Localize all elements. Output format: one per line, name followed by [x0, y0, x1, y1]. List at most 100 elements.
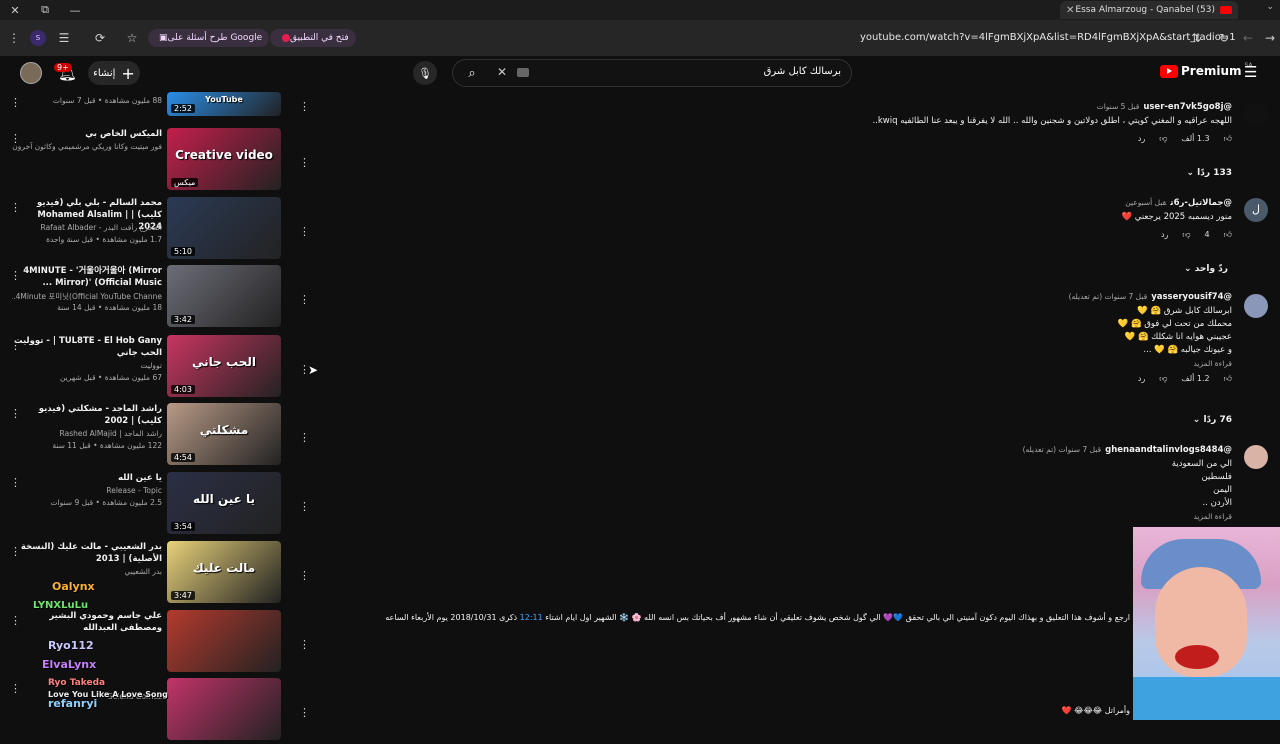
- reply-button[interactable]: رد: [1138, 374, 1145, 383]
- playlist-item[interactable]: 5:10 محمد السالم - بلي بلي (فيديو كليب) |…: [0, 197, 320, 263]
- playlist-item[interactable]: Creative video ميكس الميكس الخاص بي فور ميت…: [0, 128, 320, 194]
- video-thumbnail[interactable]: Creative video ميكس: [167, 128, 281, 190]
- forward-icon[interactable]: ←: [1240, 30, 1256, 46]
- reload-icon[interactable]: ↻: [1216, 30, 1232, 46]
- reply-button[interactable]: رد: [1138, 134, 1145, 143]
- comment-author[interactable]: @user-en7vk5go8j: [1143, 102, 1232, 112]
- video-title[interactable]: بدر الشعيبي - مالت عليك (النسخة الأصلية)…: [12, 541, 162, 565]
- channel-name[interactable]: تووليت: [12, 361, 163, 370]
- open-in-app-pill[interactable]: فتح في التطبيق: [270, 29, 356, 47]
- tune-icon[interactable]: ☰: [56, 30, 72, 46]
- back-icon[interactable]: →: [1262, 30, 1278, 46]
- clear-search-icon[interactable]: ✕: [497, 65, 507, 79]
- video-title[interactable]: راشد الماجد - مشكلتي (فيديو كليب) | 2002: [12, 403, 162, 427]
- comment-time[interactable]: قبل أسبوعين: [1125, 198, 1166, 207]
- comment-author[interactable]: @yasseryousif74: [1151, 292, 1232, 302]
- more-actions-icon[interactable]: ⋮: [10, 339, 21, 352]
- video-thumbnail[interactable]: 3:42: [167, 265, 281, 327]
- more-actions-icon[interactable]: ⋮: [10, 96, 21, 109]
- more-actions-icon[interactable]: ⋮: [10, 132, 21, 145]
- read-more-link[interactable]: قراءة المزيد: [372, 359, 1232, 368]
- drag-handle-icon[interactable]: ⋮: [299, 569, 310, 582]
- video-title[interactable]: 4MINUTE - '거울아거울아 (Mirror Mirror)' (Offi…: [12, 265, 162, 289]
- timestamp-link[interactable]: 12:11: [520, 613, 543, 622]
- drag-handle-icon[interactable]: ⋮: [299, 431, 310, 444]
- video-title[interactable]: علي جاسم وحمودي البشير ومصطفى العبدالله: [12, 610, 162, 634]
- read-more-link[interactable]: قراءة المزيد: [372, 512, 1232, 521]
- more-actions-icon[interactable]: ⋮: [10, 545, 21, 558]
- channel-name[interactable]: المخرج رأفت البدر - Rafaat Albader: [12, 223, 162, 232]
- close-window-icon[interactable]: ✕: [0, 0, 30, 20]
- profile-icon[interactable]: s: [30, 30, 46, 46]
- replies-toggle[interactable]: 76 ردًا ⌄: [1193, 415, 1232, 425]
- tab-close-icon[interactable]: ✕: [1066, 5, 1074, 16]
- extensions-icon[interactable]: ⟳: [92, 30, 108, 46]
- comment-time[interactable]: قبل 7 سنوات (تم تعديله): [1023, 445, 1102, 454]
- more-actions-icon[interactable]: ⋮: [10, 269, 21, 282]
- video-title[interactable]: الميكس الخاص بي: [12, 128, 162, 140]
- tab-list-icon[interactable]: ⌄: [1266, 2, 1274, 12]
- channel-name[interactable]: 4Minute 포미닛(Official YouTube Channe...: [12, 291, 162, 302]
- like-thumb-icon[interactable]: 👍︎: [1224, 374, 1232, 383]
- drag-handle-icon[interactable]: ⋮: [299, 156, 310, 169]
- bookmark-star-icon[interactable]: ☆: [124, 30, 140, 46]
- drag-handle-icon[interactable]: ⋮: [299, 500, 310, 513]
- dislike-thumb-icon[interactable]: 👎︎: [1182, 230, 1190, 239]
- comment-time[interactable]: قبل 7 سنوات (تم تعديله): [1069, 292, 1148, 301]
- drag-handle-icon[interactable]: ⋮: [299, 293, 310, 306]
- menu-dots-icon[interactable]: ⋮: [6, 30, 22, 46]
- comment-time[interactable]: قبل 5 سنوات: [1097, 102, 1140, 111]
- video-thumbnail[interactable]: YouTube 2:52: [167, 92, 281, 116]
- playlist-item[interactable]: الحب جاني 4:03 TUL8TE - El Hob Gany | - تو…: [0, 335, 320, 401]
- video-thumbnail[interactable]: [167, 610, 281, 672]
- more-actions-icon[interactable]: ⋮: [10, 407, 21, 420]
- comment-author[interactable]: @ghenaandtalinvlogs8484: [1105, 445, 1232, 455]
- more-actions-icon[interactable]: ⋮: [10, 201, 21, 214]
- commenter-avatar[interactable]: [1244, 445, 1268, 469]
- guide-menu-icon[interactable]: ☰: [1244, 63, 1257, 81]
- minimize-window-icon[interactable]: —: [60, 0, 90, 20]
- channel-name[interactable]: Release - Topic: [12, 486, 162, 495]
- video-title[interactable]: TUL8TE - El Hob Gany | - تووليت الحب جان…: [12, 335, 162, 359]
- video-thumbnail[interactable]: يا عين الله 3:54: [167, 472, 281, 534]
- commenter-avatar[interactable]: [1244, 102, 1268, 126]
- account-avatar[interactable]: [20, 62, 42, 84]
- create-button[interactable]: إنشاء +: [88, 61, 140, 85]
- commenter-avatar[interactable]: [1244, 294, 1268, 318]
- keyboard-icon[interactable]: [517, 68, 529, 77]
- like-thumb-icon[interactable]: 👍︎: [1224, 230, 1232, 239]
- channel-name[interactable]: راشد الماجد | Rashed AlMajid: [12, 429, 162, 438]
- voice-search-mic-icon[interactable]: 🎙︎: [413, 61, 437, 85]
- channel-name[interactable]: فور ميتيت وكانا وريكي مرشميمي وكاثون آخر…: [12, 142, 162, 151]
- commenter-avatar[interactable]: ل: [1244, 198, 1268, 222]
- playlist-item[interactable]: مالت عليك 3:47 بدر الشعيبي - مالت عليك (ال…: [0, 541, 320, 607]
- url-text[interactable]: youtube.com/watch?v=4lFgmBXjXpA&list=RD4…: [860, 32, 1236, 43]
- video-thumbnail[interactable]: [167, 678, 281, 740]
- video-thumbnail[interactable]: مالت عليك 3:47: [167, 541, 281, 603]
- video-title[interactable]: يا عين الله: [12, 472, 162, 484]
- search-input[interactable]: [561, 66, 841, 77]
- drag-handle-icon[interactable]: ⋮: [299, 225, 310, 238]
- like-thumb-icon[interactable]: 👍︎: [1224, 134, 1232, 143]
- more-actions-icon[interactable]: ⋮: [10, 682, 21, 695]
- site-settings-icon[interactable]: ⇅: [1188, 30, 1204, 46]
- restore-window-icon[interactable]: ⧉: [30, 0, 60, 20]
- video-thumbnail[interactable]: 5:10: [167, 197, 281, 259]
- search-icon[interactable]: ⌕: [453, 60, 491, 86]
- browser-tab[interactable]: (53) Essa Almarzoug - Qanabel ✕: [1060, 1, 1238, 19]
- youtube-premium-logo[interactable]: Premium SA: [1160, 62, 1253, 78]
- dislike-thumb-icon[interactable]: 👎︎: [1159, 374, 1167, 383]
- reply-button[interactable]: رد: [1161, 230, 1168, 239]
- replies-toggle[interactable]: 133 ردًا ⌄: [1186, 168, 1232, 178]
- dislike-thumb-icon[interactable]: 👎︎: [1159, 134, 1167, 143]
- playlist-item[interactable]: 3:42 4MINUTE - '거울아거울아 (Mirror Mirror)' (…: [0, 265, 320, 331]
- more-actions-icon[interactable]: ⋮: [10, 614, 21, 627]
- video-thumbnail[interactable]: مشكلتي 4:54: [167, 403, 281, 465]
- channel-name[interactable]: بدر الشعيبي: [12, 567, 163, 576]
- playlist-item[interactable]: يا عين الله 3:54 يا عين الله Release - Topi…: [0, 472, 320, 538]
- drag-handle-icon[interactable]: ⋮: [299, 638, 310, 651]
- comment-author[interactable]: @جمالاتيل-ر6ت: [1170, 198, 1232, 208]
- playlist-item[interactable]: مشكلتي 4:54 راشد الماجد - مشكلتي (فيديو كل…: [0, 403, 320, 469]
- drag-handle-icon[interactable]: ⋮: [299, 706, 310, 719]
- more-actions-icon[interactable]: ⋮: [10, 476, 21, 489]
